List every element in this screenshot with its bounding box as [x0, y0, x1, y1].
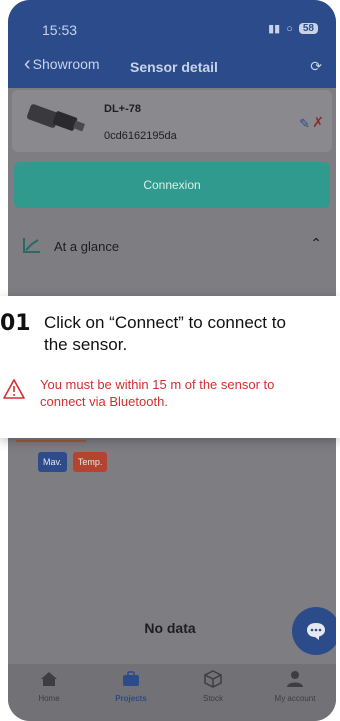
nav-label-stock: Stock	[202, 694, 223, 703]
user-icon	[287, 671, 303, 687]
chevron-up-icon[interactable]: ⌃	[310, 235, 322, 252]
signal-icon: ▮▮	[268, 23, 281, 35]
sensor-image	[27, 104, 85, 132]
step-instruction: Click on “Connect” to connect to the sen…	[44, 312, 340, 356]
tag-mav[interactable]: Mav.	[38, 452, 67, 472]
bluetooth-off-icon[interactable]: ✗	[312, 114, 324, 131]
sensor-id: 0cd6162195da	[104, 130, 177, 142]
edit-icon[interactable]: ✎	[299, 116, 310, 132]
at-a-glance-section[interactable]: At a glance ⌃	[8, 226, 336, 266]
status-icons: ▮▮ ○ 58	[268, 22, 318, 35]
home-icon	[41, 672, 57, 686]
back-label: Showroom	[32, 56, 100, 72]
nav-item-my-account[interactable]: My account	[260, 670, 330, 703]
nav-item-projects[interactable]: Projects	[96, 670, 166, 703]
tag-temp[interactable]: Temp.	[72, 452, 108, 472]
box-icon	[204, 670, 222, 688]
sensor-card: DL+-78 0cd6162195da ✎ ✗	[12, 90, 332, 152]
no-data-label: No data	[144, 620, 196, 636]
step-number: 01	[0, 311, 31, 336]
app-header: 15:53 ▮▮ ○ 58 ‹ Showroom Sensor detail ⟳	[8, 0, 336, 88]
status-bar: 15:53 ▮▮ ○ 58	[8, 0, 336, 40]
warning-icon	[3, 379, 25, 399]
step-instruction-line-1: Click on “Connect” to connect to	[44, 313, 286, 332]
back-button[interactable]: ‹ Showroom	[24, 53, 100, 75]
warning-text: You must be within 15 m of the sensor to…	[40, 376, 340, 410]
nav-row: ‹ Showroom Sensor detail ⟳	[8, 52, 336, 82]
chevron-left-icon: ‹	[24, 53, 31, 75]
warning-text-line-1: You must be within 15 m of the sensor to	[40, 377, 275, 392]
tags-row: Mav. Temp.	[38, 452, 108, 472]
at-a-glance-label: At a glance	[54, 239, 120, 254]
chart-icon	[23, 238, 40, 253]
page-title: Sensor detail	[130, 59, 218, 75]
nav-item-stock[interactable]: Stock	[178, 670, 248, 703]
wifi-icon: ○	[286, 22, 293, 35]
nav-label-projects: Projects	[115, 694, 147, 703]
battery-icon: 58	[298, 23, 318, 34]
onboarding-tooltip: 01 Click on “Connect” to connect to the …	[0, 296, 340, 438]
status-time: 15:53	[42, 22, 78, 38]
step-instruction-line-2: the sensor.	[44, 335, 128, 354]
connect-button[interactable]: Connexion	[14, 162, 330, 208]
briefcase-icon	[123, 671, 139, 686]
nav-item-home[interactable]: Home	[14, 670, 84, 703]
nav-label-my-account: My account	[274, 694, 316, 703]
nav-label-home: Home	[38, 694, 60, 703]
warning-text-line-2: connect via Bluetooth.	[40, 394, 168, 409]
tab-indicator	[16, 440, 86, 442]
bottom-nav: Home Projects Stock My account	[8, 664, 336, 721]
refresh-icon[interactable]: ⟳	[310, 58, 322, 75]
sensor-name: DL+-78	[104, 103, 141, 115]
